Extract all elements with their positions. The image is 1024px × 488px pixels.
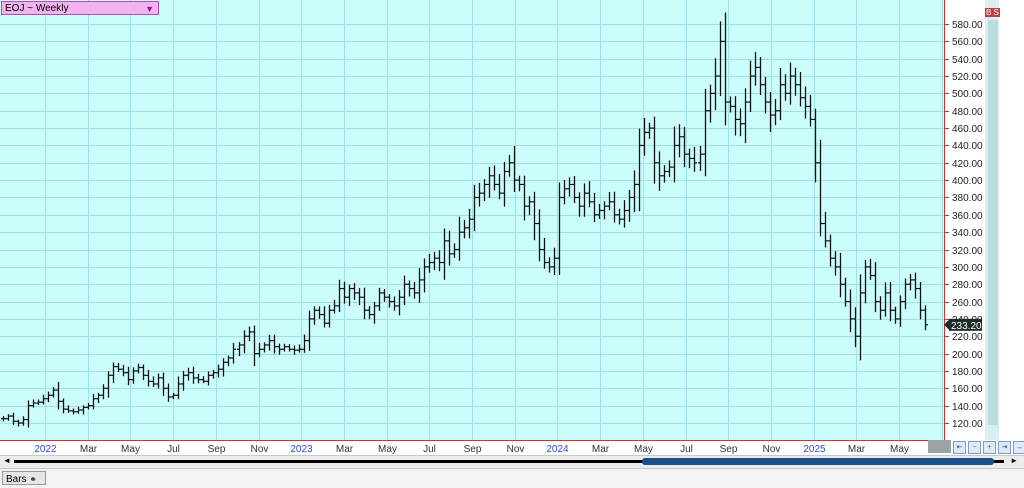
y-tick-label: 360.00 — [952, 211, 983, 222]
x-tick-label: Jul — [167, 444, 180, 455]
y-tick-label: 440.00 — [952, 141, 983, 152]
x-tick-label: Nov — [251, 444, 269, 455]
y-tick-label: 380.00 — [952, 193, 983, 204]
y-tick-label: 200.00 — [952, 350, 983, 361]
scroll-thumb[interactable] — [642, 458, 994, 465]
y-tick-label: 320.00 — [952, 246, 983, 257]
buy-sell-badge[interactable]: B S — [985, 8, 1000, 17]
x-tick-label: Sep — [464, 444, 482, 455]
x-tick-label: Sep — [720, 444, 738, 455]
x-tick-label: May — [890, 444, 909, 455]
scroll-left-icon[interactable]: ◄ — [3, 456, 11, 465]
y-tick-label: 560.00 — [952, 37, 983, 48]
x-tick-label: May — [634, 444, 653, 455]
y-tick-label: 300.00 — [952, 263, 983, 274]
horizontal-scrollbar[interactable]: ◄ ► — [0, 455, 1024, 468]
bottom-bar: Bars ⚭ — [0, 468, 1024, 488]
y-tick-label: 500.00 — [952, 89, 983, 100]
y-tick-label: 540.00 — [952, 55, 983, 66]
scroll-start-icon[interactable]: ⇤ — [953, 441, 966, 454]
x-tick-label: Nov — [507, 444, 525, 455]
y-tick-label: 120.00 — [952, 419, 983, 430]
zoom-out-icon[interactable]: − — [968, 441, 981, 454]
y-tick-label: 420.00 — [952, 159, 983, 170]
y-tick-label: 280.00 — [952, 280, 983, 291]
time-axis-corner — [928, 440, 951, 453]
y-tick-label: 220.00 — [952, 332, 983, 343]
zoom-in-icon[interactable]: + — [983, 441, 996, 454]
y-tick-label: 580.00 — [952, 20, 983, 31]
y-tick-label: 260.00 — [952, 298, 983, 309]
last-price-marker: 233.20 — [944, 318, 982, 332]
y-tick-label: 340.00 — [952, 228, 983, 239]
x-tick-label: Mar — [592, 444, 610, 455]
right-panel-strip — [988, 20, 998, 425]
y-tick-label: 400.00 — [952, 176, 983, 187]
x-tick-label: Nov — [763, 444, 781, 455]
y-tick-label: 180.00 — [952, 367, 983, 378]
symbol-title[interactable]: EOJ ~ Weekly ▼ — [1, 1, 159, 15]
bars-tab[interactable]: Bars ⚭ — [2, 471, 46, 485]
y-tick-label: 160.00 — [952, 384, 983, 395]
symbol-title-label: EOJ ~ Weekly — [5, 3, 69, 14]
y-tick-label: 480.00 — [952, 107, 983, 118]
x-tick-label: 2023 — [290, 444, 313, 455]
scroll-right-icon[interactable]: ► — [1010, 456, 1018, 465]
y-tick-label: 140.00 — [952, 402, 983, 413]
chain-link-icon: ⚭ — [29, 474, 37, 484]
x-tick-label: 2022 — [34, 444, 57, 455]
x-tick-label: 2025 — [803, 444, 826, 455]
x-tick-label: May — [378, 444, 397, 455]
x-tick-label: Jul — [423, 444, 436, 455]
x-tick-label: Mar — [848, 444, 866, 455]
x-tick-label: May — [121, 444, 140, 455]
bars-tab-label: Bars — [6, 474, 27, 485]
x-tick-label: Sep — [208, 444, 226, 455]
price-chart: 120.00140.00160.00180.00200.00220.00240.… — [0, 0, 999, 455]
last-price-label: 233.20 — [951, 321, 982, 332]
y-tick-label: 460.00 — [952, 124, 983, 135]
x-tick-label: Jul — [680, 444, 693, 455]
dropdown-arrow-icon[interactable]: ▼ — [145, 2, 154, 16]
x-tick-label: Mar — [80, 444, 98, 455]
fit-icon[interactable]: ↔ — [1013, 441, 1024, 454]
chart-tool-buttons: ⇤ − + ⇥ ↔ — [953, 441, 1024, 454]
scroll-end-icon[interactable]: ⇥ — [998, 441, 1011, 454]
y-tick-label: 520.00 — [952, 72, 983, 83]
x-tick-label: Mar — [336, 444, 354, 455]
x-tick-label: 2024 — [546, 444, 569, 455]
